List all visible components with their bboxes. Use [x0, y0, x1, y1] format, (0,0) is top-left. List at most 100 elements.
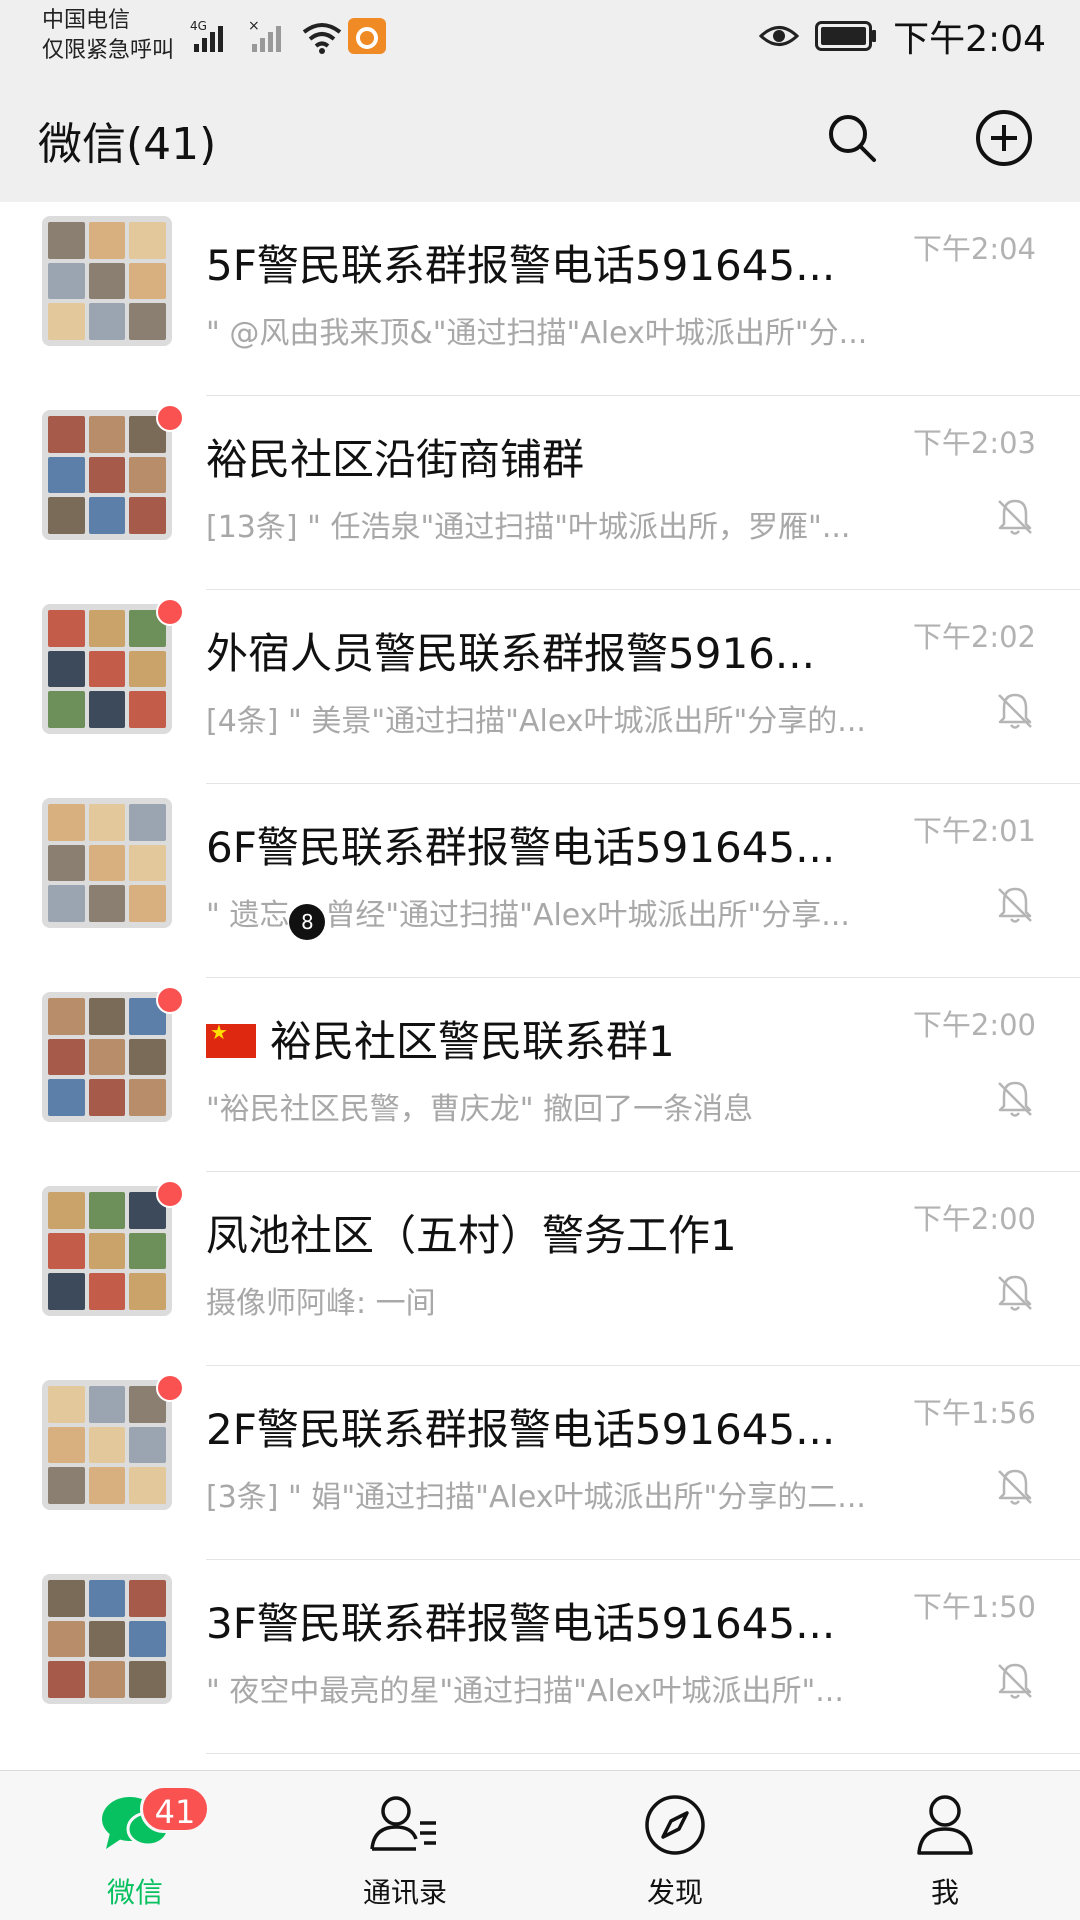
tab-discover[interactable]: 发现 — [540, 1771, 810, 1920]
signal-4g-icon: 4G — [190, 19, 223, 52]
avatar-tile — [129, 1661, 166, 1698]
avatar-tile — [48, 691, 85, 728]
chat-row[interactable]: 裕民社区警民联系群1 下午2:00 "裕民社区民警，曹庆龙" 撤回了一条消息 — [0, 978, 1080, 1172]
compass-icon — [645, 1795, 705, 1855]
unread-dot — [156, 1180, 184, 1208]
chat-time: 下午2:00 — [912, 1202, 1036, 1236]
avatar-tile — [88, 1580, 126, 1617]
tab-contacts[interactable]: 通讯录 — [270, 1771, 540, 1920]
app-header: 微信(41) — [0, 80, 1080, 202]
person-icon — [917, 1795, 973, 1855]
avatar-tile — [129, 1232, 166, 1270]
svg-text:4G: 4G — [190, 19, 207, 33]
chat-time: 下午2:03 — [912, 426, 1036, 460]
muted-bell-icon — [998, 1275, 1032, 1311]
avatar-tile — [88, 844, 126, 882]
avatar-tile — [48, 222, 85, 259]
group-avatar — [42, 798, 172, 928]
avatar-tile — [88, 610, 126, 647]
avatar-tile — [88, 1232, 126, 1270]
chat-title-text: 裕民社区沿街商铺群 — [206, 435, 585, 484]
preview-text: 曾经"通过扫描"Alex叶城派出所"分享... — [325, 898, 850, 933]
status-right: 下午2:04 — [759, 14, 1046, 60]
avatar-tile — [48, 1038, 85, 1076]
chat-title-text: 3F警民联系群报警电话591645... — [206, 1599, 836, 1648]
row-divider — [206, 1753, 1080, 1754]
avatar-tile — [48, 1661, 85, 1698]
chat-title: 外宿人员警民联系群报警5916... — [206, 620, 866, 681]
carrier-info: 中国电信 仅限紧急呼叫 — [42, 6, 174, 66]
group-avatar — [42, 604, 172, 734]
chat-row[interactable]: 5F警民联系群报警电话591645... 下午2:04 " @风由我来顶&"通过扫描… — [0, 202, 1080, 396]
avatar-tile — [48, 497, 85, 534]
chat-row[interactable]: 外宿人员警民联系群报警5916... 下午2:02 [4条] " 美景"通过扫描"A… — [0, 590, 1080, 784]
tab-me[interactable]: 我 — [810, 1771, 1080, 1920]
chat-title: 3F警民联系群报警电话591645... — [206, 1590, 866, 1651]
avatar-tile — [129, 1426, 166, 1464]
avatar-tile — [129, 691, 166, 728]
tab-label: 通讯录 — [362, 1876, 447, 1909]
avatar-tile — [129, 222, 166, 259]
avatar-tile — [129, 262, 166, 300]
tab-label: 微信 — [106, 1876, 163, 1909]
eye-comfort-icon — [759, 26, 800, 46]
avatar-tile — [48, 610, 85, 647]
unread-dot — [156, 1374, 184, 1402]
page-title: 微信(41) — [38, 119, 217, 170]
chat-title-text: 裕民社区警民联系群1 — [270, 1017, 675, 1066]
chat-list[interactable]: 5F警民联系群报警电话591645... 下午2:04 " @风由我来顶&"通过扫描… — [0, 202, 1080, 1770]
avatar-tile — [88, 691, 126, 728]
group-avatar — [42, 1380, 172, 1510]
avatar-tile — [48, 1386, 85, 1423]
avatar-tile — [48, 650, 85, 688]
chat-time: 下午2:01 — [912, 814, 1036, 848]
tab-label: 我 — [930, 1876, 959, 1909]
chat-row[interactable]: 裕民社区沿街商铺群 下午2:03 [13条] " 任浩泉"通过扫描"叶城派出所，罗雁… — [0, 396, 1080, 590]
avatar-tile — [129, 1620, 166, 1658]
avatar-tile — [48, 456, 85, 494]
muted-bell-icon — [998, 499, 1032, 535]
chat-time: 下午1:56 — [912, 1396, 1036, 1430]
avatar-tile — [129, 1079, 166, 1116]
chat-row[interactable]: 6F警民联系群报警电话591645... 下午2:01 " 遗忘 8 曾经"通过扫描"A… — [0, 784, 1080, 978]
search-icon[interactable] — [822, 108, 882, 168]
avatar-tile — [48, 1192, 85, 1229]
avatar-tile — [88, 1079, 126, 1116]
unread-dot — [156, 404, 184, 432]
unread-dot — [156, 598, 184, 626]
muted-bell-icon — [998, 1469, 1032, 1505]
bottom-tab-bar: 41 微信 通讯录 发现 我 — [0, 1770, 1080, 1920]
tab-chats[interactable]: 41 微信 — [0, 1771, 270, 1920]
avatar-tile — [129, 650, 166, 688]
svg-text:×: × — [248, 18, 260, 34]
chat-title-text: 凤池社区（五村）警务工作1 — [206, 1211, 737, 1260]
chat-row[interactable]: 2F警民联系群报警电话591645... 下午1:56 [3条] " 娟"通过扫描"… — [0, 1366, 1080, 1560]
avatar-tile — [129, 1273, 166, 1310]
chat-title: 6F警民联系群报警电话591645... — [206, 814, 866, 875]
chat-preview: " 夜空中最亮的星"通过扫描"Alex叶城派出所"... — [206, 1674, 844, 1709]
chat-row[interactable]: 凤池社区（五村）警务工作1 下午2:00 摄像师阿峰: 一间 — [0, 1172, 1080, 1366]
chat-title-text: 外宿人员警民联系群报警5916... — [206, 629, 815, 678]
status-bar: 中国电信 仅限紧急呼叫 4G × 下午2:04 — [0, 0, 1080, 80]
avatar-tile — [88, 1467, 126, 1504]
avatar-tile — [88, 650, 126, 688]
chat-title: 5F警民联系群报警电话591645... — [206, 232, 866, 293]
chat-time: 下午2:04 — [912, 232, 1036, 266]
chat-title: 裕民社区沿街商铺群 — [206, 426, 866, 487]
avatar-tile — [88, 1620, 126, 1658]
avatar-tile — [48, 1426, 85, 1464]
tab-label: 发现 — [646, 1876, 703, 1909]
chat-row[interactable]: 3F警民联系群报警电话591645... 下午1:50 " 夜空中最亮的星"通过扫描… — [0, 1560, 1080, 1754]
avatar-tile — [48, 1079, 85, 1116]
avatar-tile — [88, 222, 126, 259]
avatar-tile — [88, 497, 126, 534]
chat-title-text: 5F警民联系群报警电话591645... — [206, 241, 836, 290]
chat-title-text: 6F警民联系群报警电话591645... — [206, 823, 836, 872]
carrier-status: 仅限紧急呼叫 — [42, 38, 175, 63]
chat-preview: 摄像师阿峰: 一间 — [206, 1286, 436, 1321]
chat-preview: [4条] " 美景"通过扫描"Alex叶城派出所"分享的... — [206, 704, 866, 739]
avatar-tile — [88, 456, 126, 494]
avatar-tile — [129, 844, 166, 882]
plus-circle-icon[interactable] — [974, 108, 1034, 168]
carrier-name: 中国电信 — [42, 8, 131, 33]
